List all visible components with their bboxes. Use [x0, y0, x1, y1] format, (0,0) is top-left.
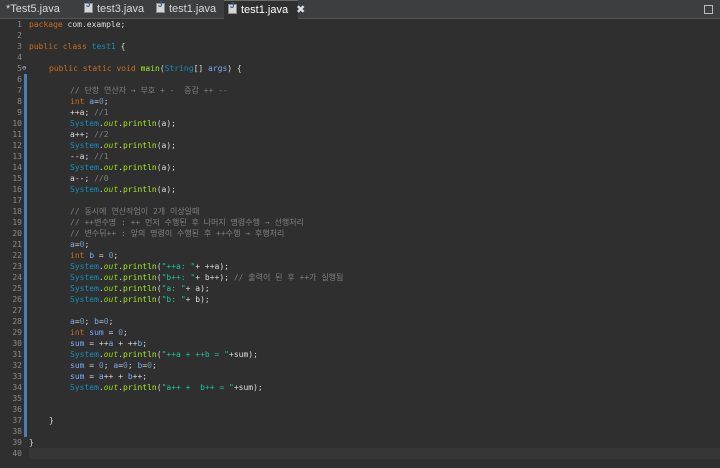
code-line-3: public class test1 {: [29, 42, 126, 51]
tab-test5[interactable]: *Test5.java: [2, 0, 72, 19]
line-number: 39: [12, 438, 22, 447]
tab-test3[interactable]: test3.java: [80, 0, 150, 19]
tab-label: test1.java: [241, 4, 289, 16]
line-number: 36: [12, 405, 22, 414]
line-number: 25: [12, 284, 22, 293]
code-line-26: System.out.println("b: "+ b);: [70, 295, 210, 304]
code-line-21: a=0;: [70, 240, 90, 249]
line-number: 4: [17, 53, 22, 62]
line-number: 16: [12, 185, 22, 194]
change-marker-bar: [24, 74, 27, 437]
line-number: 7: [17, 86, 22, 95]
code-line-1: package com.example;: [29, 20, 126, 29]
maximize-icon[interactable]: [702, 3, 714, 15]
java-file-icon: [84, 0, 93, 13]
tab-test1-active[interactable]: test1.java ✖: [224, 0, 305, 19]
current-line-highlight: [29, 448, 720, 459]
line-number: 12: [12, 141, 22, 150]
code-line-22: int b = 0;: [70, 251, 119, 260]
line-number: 6: [17, 75, 22, 84]
line-number: 11: [12, 130, 22, 139]
line-number: 35: [12, 394, 22, 403]
code-line-25: System.out.println("a: "+ a);: [70, 284, 210, 293]
line-number: 3: [17, 42, 22, 51]
code-area[interactable]: package com.example; public class test1 …: [29, 19, 720, 468]
code-line-7: // 단항 연산자 → 부호 + - 증감 ++ --: [70, 86, 228, 95]
code-line-10: System.out.println(a);: [70, 119, 176, 128]
line-number: 34: [12, 383, 22, 392]
close-icon[interactable]: ✖: [296, 1, 305, 20]
line-number: 22: [12, 251, 22, 260]
line-number: 32: [12, 361, 22, 370]
line-number: 14: [12, 163, 22, 172]
code-line-31: System.out.println("++a + ++b = "+sum);: [70, 350, 258, 359]
line-number: 29: [12, 328, 22, 337]
code-line-5: public static void main(String[] args) {: [49, 64, 242, 73]
line-number: 9: [17, 108, 22, 117]
code-line-33: sum = a++ + b++;: [70, 372, 148, 381]
line-number: 40: [12, 449, 22, 458]
code-line-39: }: [29, 438, 34, 447]
code-line-37: }: [49, 416, 54, 425]
code-line-11: a++; //2: [70, 130, 109, 139]
java-file-icon: [156, 0, 165, 13]
code-line-29: int sum = 0;: [70, 328, 128, 337]
line-number: 19: [12, 218, 22, 227]
line-number: 24: [12, 273, 22, 282]
tab-label: test3.java: [97, 3, 145, 15]
line-number: 23: [12, 262, 22, 271]
code-editor[interactable]: 1 2 3 4 5 6 7 8 9 10 11 12 13 14 15 16 1…: [0, 19, 720, 468]
code-line-13: --a; //1: [70, 152, 109, 161]
line-number: 31: [12, 350, 22, 359]
line-number: 2: [17, 31, 22, 40]
code-line-8: int a=0;: [70, 97, 109, 106]
line-number: 21: [12, 240, 22, 249]
line-number: 37: [12, 416, 22, 425]
line-number: 26: [12, 295, 22, 304]
code-line-19: // ++변수명 : ++ 먼저 수행된 후 나머지 명령수행 → 선행처리: [70, 218, 304, 227]
line-number: 1: [17, 20, 22, 29]
editor-tab-bar: *Test5.java test3.java test1.java test1.…: [0, 0, 720, 19]
line-number: 38: [12, 427, 22, 436]
line-number: 13: [12, 152, 22, 161]
line-number-gutter: 1 2 3 4 5 6 7 8 9 10 11 12 13 14 15 16 1…: [0, 19, 28, 468]
code-line-30: sum = ++a + ++b;: [70, 339, 148, 348]
code-line-28: a=0; b=0;: [70, 317, 114, 326]
code-line-20: // 변수뒤++ : 앞의 명령이 수행된 후 ++수행 → 후행처리: [70, 229, 285, 238]
code-line-32: sum = 0; a=0; b=0;: [70, 361, 157, 370]
line-number: 10: [12, 119, 22, 128]
code-line-18: // 동시에 연산작업이 2개 이상일때: [70, 207, 200, 216]
code-line-23: System.out.println("++a: "+ ++a);: [70, 262, 229, 271]
code-line-24: System.out.println("b++: "+ b++); // 출력이…: [70, 273, 344, 282]
line-number: 5: [17, 64, 22, 73]
line-number: 17: [12, 196, 22, 205]
tab-test1[interactable]: test1.java: [152, 0, 222, 19]
line-number: 18: [12, 207, 22, 216]
line-number: 28: [12, 317, 22, 326]
code-line-9: ++a; //1: [70, 108, 109, 117]
line-number: 8: [17, 97, 22, 106]
code-line-16: System.out.println(a);: [70, 185, 176, 194]
line-number: 27: [12, 306, 22, 315]
code-line-14: System.out.println(a);: [70, 163, 176, 172]
line-number: 15: [12, 174, 22, 183]
tab-label: test1.java: [169, 3, 217, 15]
tab-label: *Test5.java: [6, 3, 60, 15]
code-line-34: System.out.println("a++ + b++ = "+sum);: [70, 383, 263, 392]
code-line-12: System.out.println(a);: [70, 141, 176, 150]
line-number: 33: [12, 372, 22, 381]
line-number: 30: [12, 339, 22, 348]
fold-icon[interactable]: ⊖: [22, 63, 28, 74]
java-file-icon: [228, 1, 237, 14]
line-number: 20: [12, 229, 22, 238]
code-line-15: a--; //0: [70, 174, 109, 183]
